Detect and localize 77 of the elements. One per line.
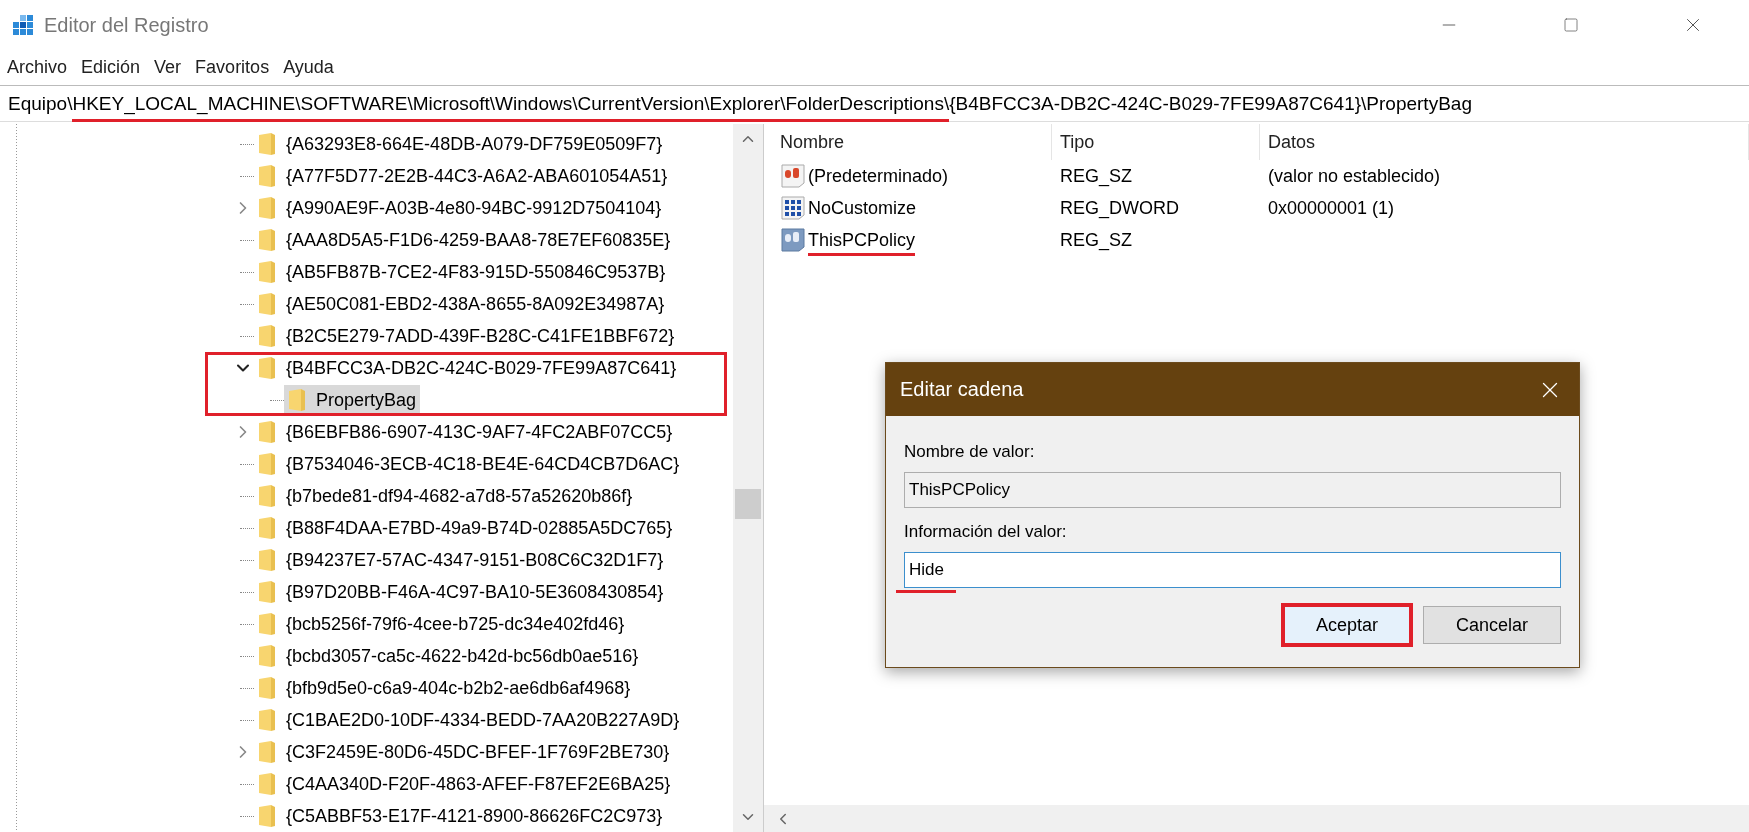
- tree-item[interactable]: {A990AE9F-A03B-4e80-94BC-9912D7504104}: [254, 193, 666, 223]
- value-name-field[interactable]: ThisPCPolicy: [904, 472, 1561, 508]
- value-data-cell-text: 0x00000001 (1): [1267, 196, 1396, 220]
- column-header[interactable]: Tipo: [1052, 124, 1260, 160]
- value-name-cell[interactable]: ThisPCPolicy: [772, 224, 1052, 256]
- menu-item[interactable]: Archivo: [6, 55, 69, 80]
- value-name-cell[interactable]: NoCustomize: [772, 192, 1052, 224]
- tree-item[interactable]: {B7534046-3ECB-4C18-BE4E-64CD4CB7D6AC}: [254, 449, 684, 479]
- tree-item[interactable]: {AAA8D5A5-F1D6-4259-BAA8-78E7EF60835E}: [254, 225, 675, 255]
- dialog-button[interactable]: Cancelar: [1423, 606, 1561, 644]
- folder-icon: [258, 164, 276, 188]
- value-type-cell-text: REG_DWORD: [1059, 196, 1180, 221]
- column-header[interactable]: Nombre: [772, 124, 1052, 160]
- tree-item[interactable]: {C4AA340D-F20F-4863-AFEF-F87EF2E6BA25}: [254, 769, 675, 799]
- value-name-cell[interactable]: (Predeterminado): [772, 160, 1052, 192]
- scrollbar-thumb[interactable]: [735, 489, 761, 519]
- field-label: Información del valor:: [904, 522, 1068, 542]
- tree-item[interactable]: {AB5FB87B-7CE2-4F83-915D-550846C9537B}: [254, 257, 670, 287]
- dialog-title: Editar cadena: [900, 378, 1024, 401]
- value-name: (Predeterminado): [808, 165, 949, 188]
- folder-icon: [258, 580, 276, 604]
- folder-icon: [258, 420, 276, 444]
- tree-item[interactable]: {B2C5E279-7ADD-439F-B28C-C41FE1BBF672}: [254, 321, 679, 351]
- folder-icon: [258, 292, 276, 316]
- field-label: Nombre de valor:: [904, 442, 1036, 462]
- folder-icon: [258, 324, 276, 348]
- tree-item[interactable]: {C1BAE2D0-10DF-4334-BEDD-7AA20B227A9D}: [254, 705, 684, 735]
- tree-item[interactable]: {B88F4DAA-E7BD-49a9-B74D-02885A5DC765}: [254, 513, 677, 543]
- menu-item[interactable]: Ver: [153, 55, 183, 80]
- folder-icon: [258, 804, 276, 828]
- tree-item[interactable]: {AE50C081-EBD2-438A-8655-8A092E34987A}: [254, 289, 669, 319]
- vertical-scrollbar[interactable]: [733, 124, 763, 832]
- tree-item[interactable]: {B94237E7-57AC-4347-9151-B08C6C32D1F7}: [254, 545, 668, 575]
- folder-icon: [258, 740, 276, 764]
- tree-item[interactable]: {C5ABBF53-E17F-4121-8900-86626FC2C973}: [254, 801, 667, 831]
- tree-item[interactable]: {B4BFCC3A-DB2C-424C-B029-7FE99A87C641}: [254, 353, 681, 383]
- folder-icon: [258, 356, 276, 380]
- value-data-cell-text: (valor no establecido): [1267, 164, 1442, 188]
- tree-item[interactable]: {B97D20BB-F46A-4C97-BA10-5E3608430854}: [254, 577, 668, 607]
- horizontal-scrollbar[interactable]: [764, 805, 1749, 832]
- folder-icon: [258, 708, 276, 732]
- folder-icon: [258, 548, 276, 572]
- column-header[interactable]: Datos: [1260, 124, 1749, 160]
- tree-item[interactable]: {b7bede81-df94-4682-a7d8-57a52620b86f}: [254, 481, 637, 511]
- menu-item[interactable]: Edición: [80, 55, 142, 80]
- tree-item[interactable]: {bcb5256f-79f6-4cee-b725-dc34e402fd46}: [254, 609, 629, 639]
- folder-icon: [258, 644, 276, 668]
- value-name: ThisPCPolicy: [808, 229, 916, 256]
- address-bar[interactable]: Equipo\HKEY_LOCAL_MACHINE\SOFTWARE\Microsoft\Windows\CurrentVersion\Explorer\FolderDescriptions\{B4BFCC3A-DB2C-424C-B029-7FE99A87C641}\PropertyBag: [0, 85, 1749, 122]
- folder-icon: [258, 228, 276, 252]
- tree-item[interactable]: {A77F5D77-2E2B-44C3-A6A2-ABA601054A51}: [254, 161, 672, 191]
- maximize-icon[interactable]: [1563, 17, 1579, 33]
- registry-app-icon: [12, 14, 34, 36]
- tree-item[interactable]: {A63293E8-664E-48DB-A079-DF759E0509F7}: [254, 129, 667, 159]
- folder-icon: [258, 772, 276, 796]
- menu-item[interactable]: Favoritos: [194, 55, 271, 80]
- value-data-field[interactable]: Hide: [904, 552, 1561, 588]
- tree-item[interactable]: {bfb9d5e0-c6a9-404c-b2b2-ae6db6af4968}: [254, 673, 635, 703]
- folder-icon: [258, 452, 276, 476]
- dialog-button[interactable]: Aceptar: [1281, 603, 1413, 647]
- folder-icon: [258, 516, 276, 540]
- tree-item[interactable]: {C3F2459E-80D6-45DC-BFEF-1F769F2BE730}: [254, 737, 674, 767]
- tree-item[interactable]: PropertyBag: [284, 385, 421, 415]
- folder-icon: [258, 676, 276, 700]
- menu-item[interactable]: Ayuda: [282, 55, 335, 80]
- folder-icon: [288, 388, 306, 412]
- folder-icon: [258, 260, 276, 284]
- folder-icon: [258, 132, 276, 156]
- tree-item[interactable]: {bcbd3057-ca5c-4622-b42d-bc56db0ae516}: [254, 641, 643, 671]
- tree-item[interactable]: {B6EBFB86-6907-413C-9AF7-4FC2ABF07CC5}: [254, 417, 677, 447]
- folder-icon: [258, 612, 276, 636]
- value-type-cell-text: REG_SZ: [1059, 228, 1134, 253]
- value-type-cell-text: REG_SZ: [1059, 164, 1134, 189]
- folder-icon: [258, 484, 276, 508]
- window-title: Editor del Registro: [44, 13, 210, 37]
- value-name: NoCustomize: [808, 197, 917, 220]
- folder-icon: [258, 196, 276, 220]
